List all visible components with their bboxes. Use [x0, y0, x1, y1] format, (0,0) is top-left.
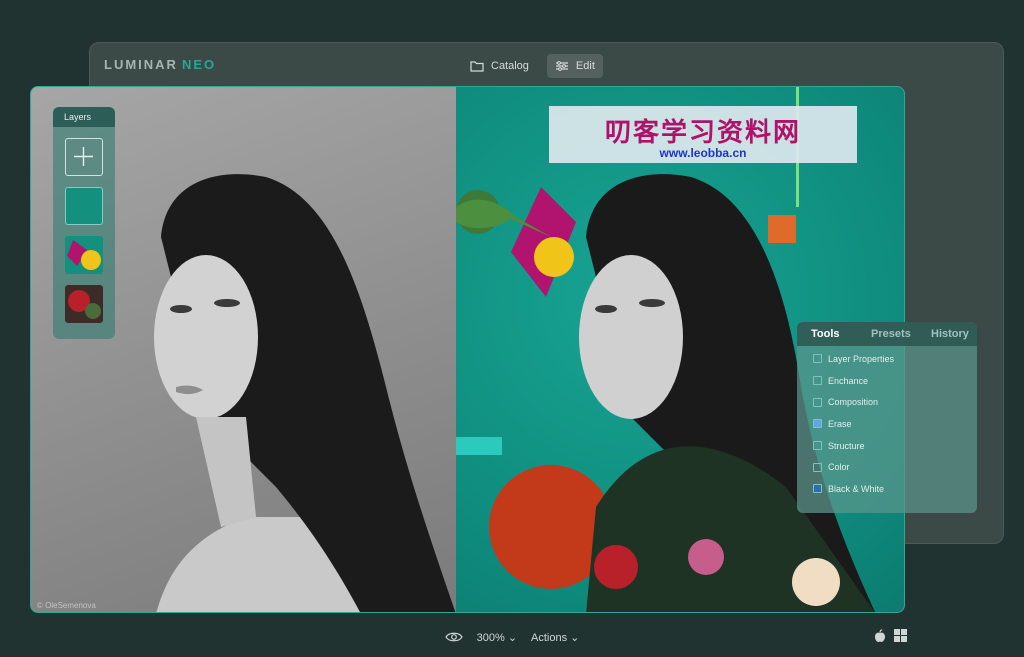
- tools-tabs: Tools Presets History: [797, 322, 977, 346]
- chevron-down-icon: ⌄: [570, 631, 580, 644]
- enchance-icon: [813, 376, 822, 386]
- structure-icon: [813, 441, 822, 451]
- tool-label: Structure: [828, 440, 865, 451]
- layer-properties-icon: [813, 354, 822, 364]
- composition-icon: [813, 397, 822, 407]
- brand-name: LUMINAR: [104, 57, 178, 72]
- tool-label: Layer Properties: [828, 353, 895, 364]
- catalog-button[interactable]: Catalog: [462, 54, 537, 78]
- erase-icon: [813, 419, 822, 429]
- brand-suffix: NEO: [181, 57, 217, 72]
- tool-erase[interactable]: Erase: [797, 413, 977, 435]
- tool-label: Black & White: [828, 483, 885, 494]
- watermark-title: 叨客学习资料网: [604, 118, 801, 148]
- chevron-down-icon: ⌄: [507, 631, 518, 644]
- zoom-value: 300%: [476, 631, 505, 644]
- photo-canvas[interactable]: © OleSemenova Layers: [30, 86, 905, 613]
- actions-dropdown[interactable]: Actions ⌄: [531, 631, 579, 644]
- top-nav: Catalog Edit: [462, 54, 603, 78]
- tool-label: Color: [828, 462, 850, 473]
- watermark-url: www.leobba.cn: [659, 146, 747, 160]
- tool-label: Erase: [828, 418, 852, 429]
- layer-thumb-lily[interactable]: [65, 285, 103, 323]
- flower-thumbnail: [67, 240, 101, 270]
- bottom-toolbar: 300% ⌄ Actions ⌄: [0, 625, 1024, 649]
- tool-layer-properties[interactable]: Layer Properties: [797, 348, 977, 370]
- layers-title: Layers: [53, 107, 115, 127]
- tools-list: Layer Properties Enchance Composition Er…: [797, 346, 977, 500]
- photo-credit: © OleSemenova: [37, 601, 96, 610]
- eye-icon[interactable]: [444, 631, 463, 643]
- layers-panel: Layers: [53, 107, 115, 339]
- tool-black-white[interactable]: Black & White: [797, 478, 977, 500]
- tool-enchance[interactable]: Enchance: [797, 370, 977, 392]
- plus-icon: [74, 147, 93, 166]
- tab-history[interactable]: History: [917, 322, 977, 346]
- edit-button[interactable]: Edit: [546, 54, 603, 78]
- tab-presets[interactable]: Presets: [857, 322, 917, 346]
- edit-label: Edit: [575, 60, 595, 72]
- catalog-label: Catalog: [491, 60, 529, 72]
- tool-label: Composition: [828, 397, 879, 408]
- sliders-icon: [555, 61, 568, 71]
- tool-color[interactable]: Color: [797, 456, 977, 478]
- black-white-icon: [813, 484, 822, 494]
- tool-composition[interactable]: Composition: [797, 391, 977, 413]
- zoom-dropdown[interactable]: 300% ⌄: [477, 631, 517, 644]
- os-icons: [874, 629, 907, 643]
- app-logo: LUMINAR NEO: [104, 57, 216, 72]
- tab-tools[interactable]: Tools: [797, 322, 857, 346]
- actions-label: Actions: [531, 631, 568, 644]
- folder-icon: [470, 61, 484, 72]
- color-icon: [813, 462, 822, 472]
- windows-icon: [894, 629, 907, 642]
- tool-label: Enchance: [828, 375, 869, 386]
- apple-icon: [875, 629, 885, 642]
- tool-structure[interactable]: Structure: [797, 435, 977, 457]
- layer-thumb-flower[interactable]: [65, 236, 103, 274]
- tools-panel: Tools Presets History Layer Properties E…: [797, 322, 977, 513]
- lily-thumbnail: [68, 290, 101, 319]
- watermark-banner: 叨客学习资料网 www.leobba.cn: [549, 106, 857, 163]
- layer-thumb-teal[interactable]: [65, 187, 103, 225]
- add-layer-button[interactable]: [65, 138, 103, 176]
